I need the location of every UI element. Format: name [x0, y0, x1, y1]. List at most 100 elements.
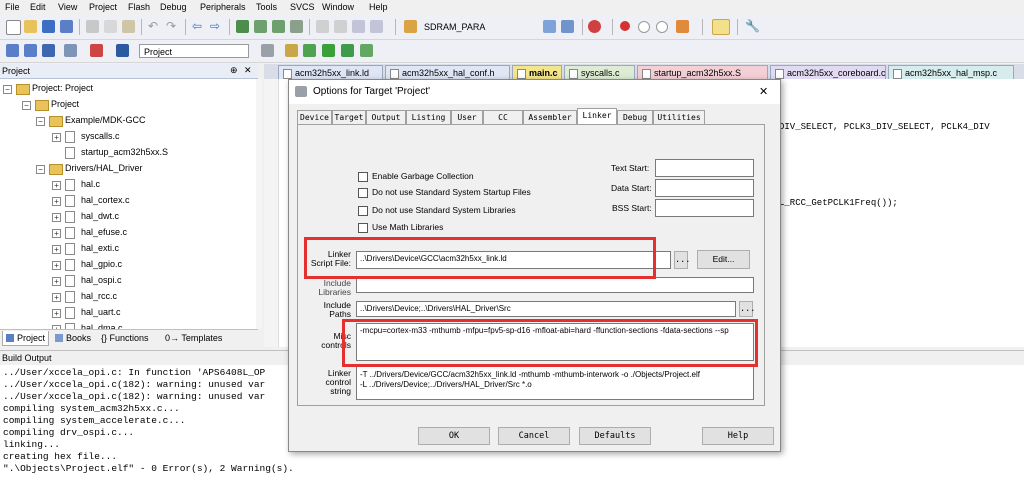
cancel-button[interactable]: Cancel	[498, 427, 570, 445]
pin-icon[interactable]: ⊕	[230, 65, 238, 76]
expand-icon[interactable]: +	[52, 309, 61, 318]
include-paths-browse-button[interactable]: ...	[739, 301, 755, 317]
new-file-icon[interactable]	[6, 20, 21, 35]
save-icon[interactable]	[42, 20, 55, 33]
configure-icon[interactable]	[561, 20, 574, 33]
editor-tab[interactable]: acm32h5xx_link.ld	[278, 65, 383, 79]
menu-help[interactable]: Help	[369, 2, 388, 12]
tab-project[interactable]: Project	[2, 331, 50, 346]
clear-bookmarks-icon[interactable]	[290, 20, 303, 33]
menu-edit[interactable]: Edit	[30, 2, 46, 12]
close-pane-icon[interactable]: ✕	[244, 65, 252, 76]
manage-components-icon[interactable]	[285, 44, 298, 57]
expand-icon[interactable]: +	[52, 181, 61, 190]
editor-tab[interactable]: startup_acm32h5xx.S	[637, 65, 768, 79]
expand-icon[interactable]: +	[52, 293, 61, 302]
garbage-collection-checkbox[interactable]	[358, 172, 368, 182]
edit-linker-script-button[interactable]: Edit...	[697, 250, 750, 269]
linker-script-browse-button[interactable]: ...	[674, 251, 690, 269]
open-folder-icon[interactable]	[24, 20, 37, 33]
tab-user[interactable]: User	[451, 110, 483, 124]
tab-templates[interactable]: 0→ Templates	[162, 331, 225, 345]
tab-linker[interactable]: Linker	[577, 108, 617, 124]
stop-build-icon[interactable]	[90, 44, 103, 57]
comment-icon[interactable]	[352, 20, 365, 33]
load-icon[interactable]	[116, 44, 129, 57]
options-for-target-icon[interactable]	[261, 44, 274, 57]
editor-tab[interactable]: acm32h5xx_hal_msp.c	[888, 65, 1014, 79]
cut-icon[interactable]	[86, 20, 99, 33]
editor-tab[interactable]: main.c	[512, 65, 562, 79]
find-icon[interactable]	[543, 20, 556, 33]
tab-utilities[interactable]: Utilities	[653, 110, 705, 124]
translate-icon[interactable]	[6, 44, 19, 57]
menu-peripherals[interactable]: Peripherals	[200, 2, 246, 12]
prev-bookmark-icon[interactable]	[254, 20, 267, 33]
pack-installer-icon[interactable]	[322, 44, 335, 57]
uncomment-icon[interactable]	[370, 20, 383, 33]
wrench-icon[interactable]: 🔧	[745, 20, 760, 33]
tab-functions[interactable]: {} Functions	[98, 331, 152, 345]
collapse-icon[interactable]: −	[36, 117, 45, 126]
close-icon[interactable]: ✕	[759, 85, 768, 98]
expand-icon[interactable]: +	[52, 133, 61, 142]
editor-tab[interactable]: acm32h5xx_hal_conf.h	[385, 65, 510, 79]
unindent-icon[interactable]	[334, 20, 347, 33]
expand-icon[interactable]: +	[52, 277, 61, 286]
project-combo[interactable]: Project	[139, 44, 249, 58]
bookmark-icon[interactable]	[236, 20, 249, 33]
expand-icon[interactable]: +	[52, 245, 61, 254]
build-icon[interactable]	[24, 44, 37, 57]
target-combo[interactable]: SDRAM_PARA	[420, 20, 540, 34]
ok-button[interactable]: OK	[418, 427, 490, 445]
indent-icon[interactable]	[316, 20, 329, 33]
defaults-button[interactable]: Defaults	[579, 427, 651, 445]
collapse-icon[interactable]: −	[36, 165, 45, 174]
save-all-icon[interactable]	[60, 20, 73, 33]
tab-device[interactable]: Device	[297, 110, 332, 124]
bss-start-input[interactable]	[655, 199, 754, 217]
tree-scrollbar[interactable]	[256, 79, 262, 329]
editor-tab[interactable]: syscalls.c	[564, 65, 635, 79]
select-pack-icon[interactable]	[341, 44, 354, 57]
menu-debug[interactable]: Debug	[160, 2, 187, 12]
debug-icon[interactable]	[588, 20, 601, 33]
expand-icon[interactable]: +	[52, 261, 61, 270]
rte-icon[interactable]	[303, 44, 316, 57]
tab-output[interactable]: Output	[366, 110, 406, 124]
tab-assembler[interactable]: Assembler	[523, 110, 577, 124]
breakpoint-icon[interactable]	[620, 21, 630, 31]
math-libs-checkbox[interactable]	[358, 223, 368, 233]
no-std-libs-checkbox[interactable]	[358, 206, 368, 216]
paste-icon[interactable]	[122, 20, 135, 33]
redo-icon[interactable]: ↷	[166, 20, 179, 33]
menu-file[interactable]: File	[5, 2, 20, 12]
expand-icon[interactable]: +	[52, 213, 61, 222]
rebuild-icon[interactable]	[42, 44, 55, 57]
menu-window[interactable]: Window	[322, 2, 354, 12]
tab-debug[interactable]: Debug	[617, 110, 653, 124]
expand-icon[interactable]: +	[52, 197, 61, 206]
menu-project[interactable]: Project	[89, 2, 117, 12]
disable-breakpoint-icon[interactable]	[638, 21, 650, 33]
no-startup-files-checkbox[interactable]	[358, 188, 368, 198]
batch-build-icon[interactable]	[64, 44, 77, 57]
settings-dropdown-icon[interactable]	[676, 20, 689, 33]
collapse-icon[interactable]: −	[3, 85, 12, 94]
nav-forward-icon[interactable]: ⇨	[210, 20, 223, 33]
menu-flash[interactable]: Flash	[128, 2, 150, 12]
include-paths-input[interactable]: ..\Drivers\Device;..\Drivers\HAL_Driver\…	[356, 301, 736, 317]
tab-books[interactable]: Books	[52, 331, 94, 345]
text-start-input[interactable]	[655, 159, 754, 177]
editor-tab[interactable]: acm32h5xx_coreboard.c	[770, 65, 886, 79]
collapse-icon[interactable]: −	[22, 101, 31, 110]
copy-icon[interactable]	[104, 20, 117, 33]
include-libraries-input[interactable]	[356, 277, 754, 293]
nav-back-icon[interactable]: ⇦	[192, 20, 205, 33]
next-bookmark-icon[interactable]	[272, 20, 285, 33]
expand-icon[interactable]: +	[52, 229, 61, 238]
manage-project-icon[interactable]	[360, 44, 373, 57]
tab-listing[interactable]: Listing	[406, 110, 451, 124]
menu-tools[interactable]: Tools	[256, 2, 277, 12]
tab-target[interactable]: Target	[332, 110, 366, 124]
